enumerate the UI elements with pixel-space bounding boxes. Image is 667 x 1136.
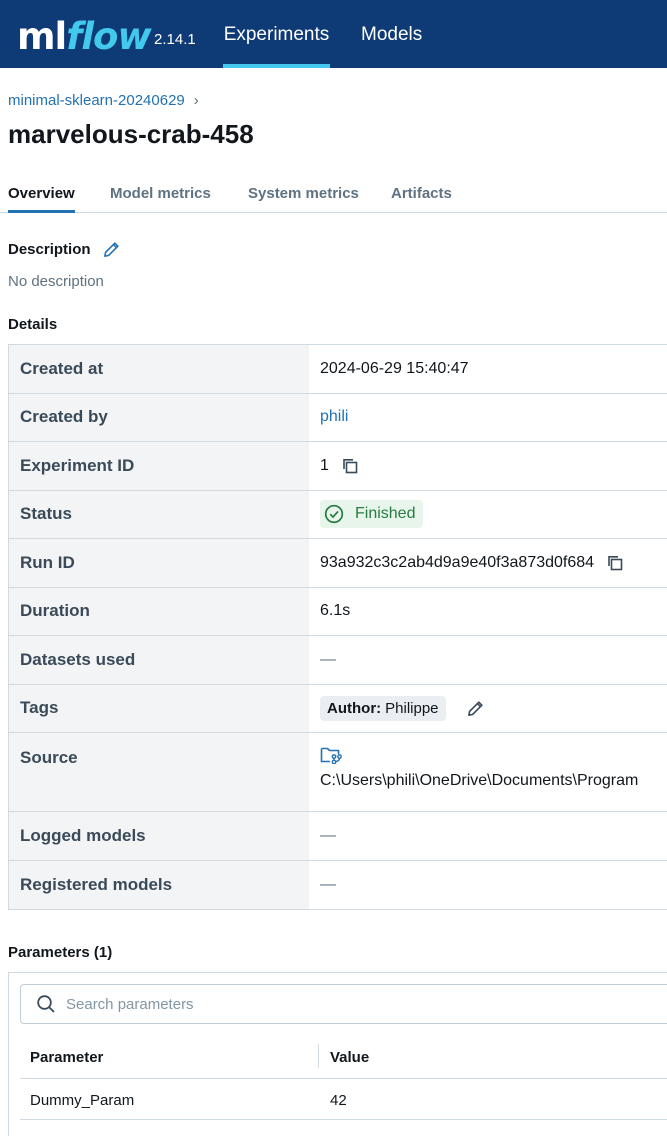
search-icon xyxy=(37,995,55,1013)
details-row-status: Status Finished xyxy=(9,490,667,539)
details-row-created-by: Created by phili xyxy=(9,393,667,442)
parameter-value: 42 xyxy=(330,1092,347,1109)
logo-ml-text: ml xyxy=(17,15,67,58)
details-row-created-at: Created at 2024-06-29 15:40:47 xyxy=(9,345,667,394)
parameters-heading: Parameters (1) xyxy=(8,944,113,961)
logged-models-value: — xyxy=(320,826,336,844)
details-key: Created by xyxy=(9,393,309,441)
column-header-value[interactable]: Value xyxy=(330,1049,369,1066)
run-tabs: Overview Model metrics System metrics Ar… xyxy=(0,172,667,213)
created-at-value: 2024-06-29 15:40:47 xyxy=(320,359,469,377)
parameters-table-header: Parameter Value xyxy=(20,1039,667,1079)
search-parameters-input[interactable] xyxy=(66,995,566,1013)
tab-overview[interactable]: Overview xyxy=(8,185,75,213)
check-circle-icon xyxy=(324,505,344,524)
source-path-value[interactable]: C:\Users\phili\OneDrive\Documents\Progra… xyxy=(320,772,638,790)
tag-key: Author: xyxy=(327,699,382,717)
table-row: Dummy_Param 42 xyxy=(20,1079,667,1120)
status-badge: Finished xyxy=(320,500,424,529)
details-key: Logged models xyxy=(9,812,309,860)
column-header-parameter[interactable]: Parameter xyxy=(30,1049,103,1066)
copy-icon[interactable] xyxy=(606,554,624,572)
nav-models[interactable]: Models xyxy=(361,0,422,68)
details-key: Experiment ID xyxy=(9,442,309,490)
version-label: 2.14.1 xyxy=(154,31,196,48)
details-key: Tags xyxy=(9,684,309,732)
details-heading: Details xyxy=(8,316,58,333)
details-row-experiment-id: Experiment ID 1 xyxy=(9,442,667,491)
details-row-run-id: Run ID 93a932c3c2ab4d9a9e40f3a873d0f684 xyxy=(9,539,667,588)
details-row-registered-models: Registered models — xyxy=(9,860,667,909)
copy-icon[interactable] xyxy=(341,457,359,475)
parameter-name: Dummy_Param xyxy=(30,1092,135,1109)
tag-value: Philippe xyxy=(385,699,439,717)
mlflow-logo[interactable]: ml flow xyxy=(17,11,152,58)
details-row-datasets: Datasets used — xyxy=(9,636,667,685)
breadcrumb: minimal-sklearn-20240629 › xyxy=(8,92,199,109)
tag-chip: Author: Philippe xyxy=(320,695,446,721)
tab-model-metrics[interactable]: Model metrics xyxy=(110,185,211,202)
details-key: Status xyxy=(9,490,309,538)
created-by-link[interactable]: phili xyxy=(320,408,348,426)
details-key: Source xyxy=(9,733,309,811)
folder-branch-icon[interactable] xyxy=(320,745,342,764)
details-key: Created at xyxy=(9,345,309,393)
details-row-duration: Duration 6.1s xyxy=(9,587,667,636)
registered-models-value: — xyxy=(320,875,336,893)
nav-experiments[interactable]: Experiments xyxy=(223,0,330,68)
details-key: Duration xyxy=(9,587,309,635)
description-value: No description xyxy=(8,273,104,290)
details-key: Registered models xyxy=(9,860,309,909)
pencil-icon[interactable] xyxy=(102,240,121,264)
status-text: Finished xyxy=(355,505,416,523)
details-key: Datasets used xyxy=(9,636,309,684)
page-title: marvelous-crab-458 xyxy=(8,119,254,149)
details-row-logged-models: Logged models — xyxy=(9,812,667,861)
details-row-source: Source C:\Users\phili\OneDrive\Documents… xyxy=(9,733,667,812)
experiment-id-value: 1 xyxy=(320,456,329,474)
chevron-right-icon: › xyxy=(193,92,199,109)
top-nav-bar: ml flow 2.14.1 Experiments Models xyxy=(0,0,667,68)
run-id-value: 93a932c3c2ab4d9a9e40f3a873d0f684 xyxy=(320,553,595,571)
breadcrumb-experiment-link[interactable]: minimal-sklearn-20240629 xyxy=(8,92,185,109)
pencil-icon[interactable] xyxy=(466,699,485,718)
tab-system-metrics[interactable]: System metrics xyxy=(248,185,359,202)
parameter-search-box xyxy=(20,984,667,1024)
details-key: Run ID xyxy=(9,539,309,587)
details-row-tags: Tags Author: Philippe xyxy=(9,684,667,733)
logo-flow-text: flow xyxy=(66,15,151,58)
datasets-value: — xyxy=(320,650,336,668)
parameters-panel: Parameter Value Dummy_Param 42 xyxy=(8,972,667,1136)
column-divider[interactable] xyxy=(318,1044,319,1068)
tab-artifacts[interactable]: Artifacts xyxy=(391,185,452,202)
details-table: Created at 2024-06-29 15:40:47 Created b… xyxy=(8,344,667,910)
description-heading: Description xyxy=(8,241,91,258)
duration-value: 6.1s xyxy=(320,602,351,620)
